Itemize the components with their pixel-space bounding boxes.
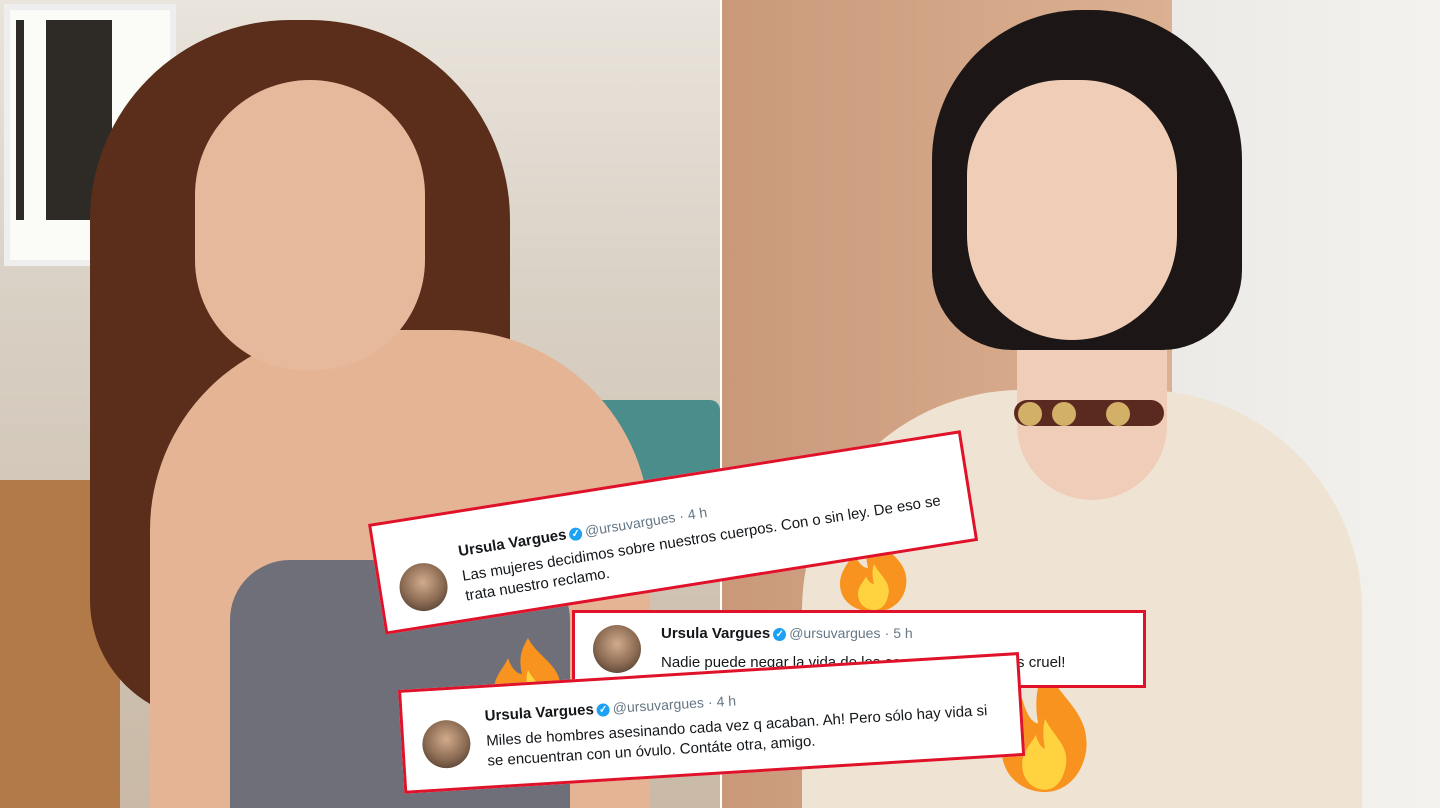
avatar <box>420 718 472 770</box>
author-handle: @ursuvargues <box>789 625 881 641</box>
face <box>967 80 1177 340</box>
author-handle: @ursuvargues <box>612 694 705 716</box>
tweet-time: · 4 h <box>707 692 737 711</box>
verified-badge-icon: ✓ <box>568 526 584 542</box>
avatar <box>396 559 452 615</box>
verified-badge-icon: ✓ <box>773 628 787 641</box>
tweet-author: Ursula Vargues ✓ @ursuvargues · 5 h <box>661 625 913 642</box>
tweet-time: · 5 h <box>884 625 913 641</box>
tweet-time: · 4 h <box>678 503 709 525</box>
author-name: Ursula Vargues <box>661 625 771 642</box>
verified-badge-icon: ✓ <box>596 703 611 717</box>
author-name: Ursula Vargues <box>484 701 595 725</box>
face <box>195 80 425 370</box>
avatar <box>593 625 641 673</box>
